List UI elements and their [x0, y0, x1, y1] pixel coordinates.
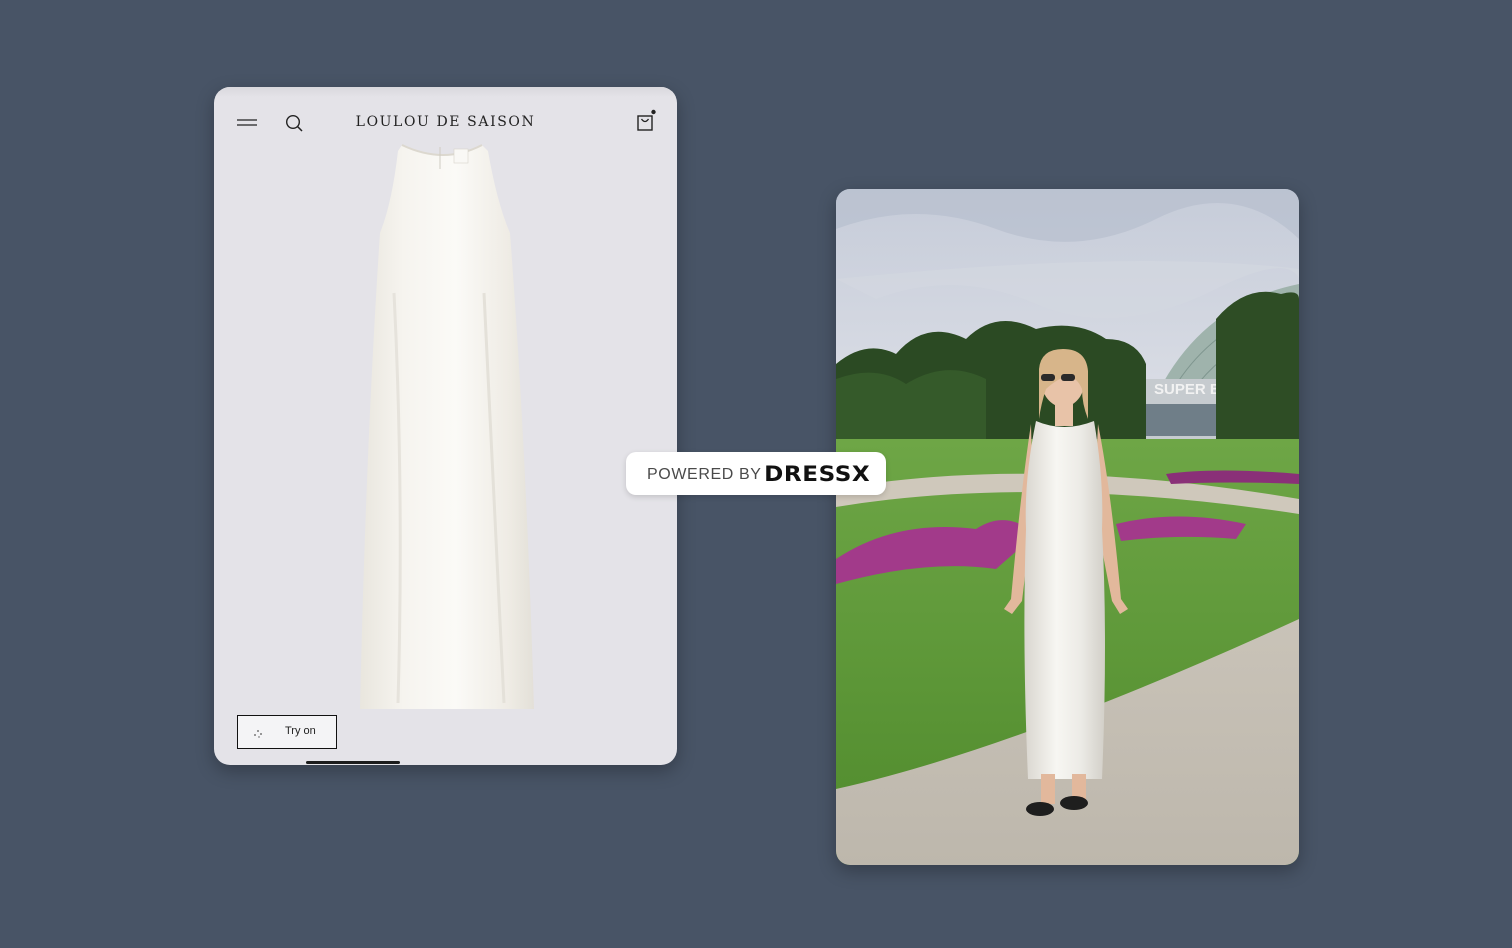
cart-icon[interactable] [634, 109, 658, 133]
cart-badge-dot [651, 109, 656, 115]
park-scene: SUPER BOCK [836, 189, 1299, 865]
try-on-result-photo: SUPER BOCK [836, 189, 1299, 865]
dressx-logo: DRESSX [763, 461, 870, 486]
status-bar [214, 87, 677, 97]
brand-logo[interactable]: LOULOU DE SAISON [214, 114, 677, 130]
product-image [360, 144, 534, 709]
powered-by-label: POWERED BY [647, 466, 762, 483]
product-page-screen: LOULOU DE SAISON Try on [214, 87, 677, 765]
powered-by-badge: POWERED BY DRESSX [626, 452, 886, 495]
try-on-label: Try on [285, 725, 316, 737]
sparkle-icon [254, 730, 262, 738]
home-indicator [306, 761, 400, 764]
try-on-button[interactable]: Try on [237, 715, 337, 749]
